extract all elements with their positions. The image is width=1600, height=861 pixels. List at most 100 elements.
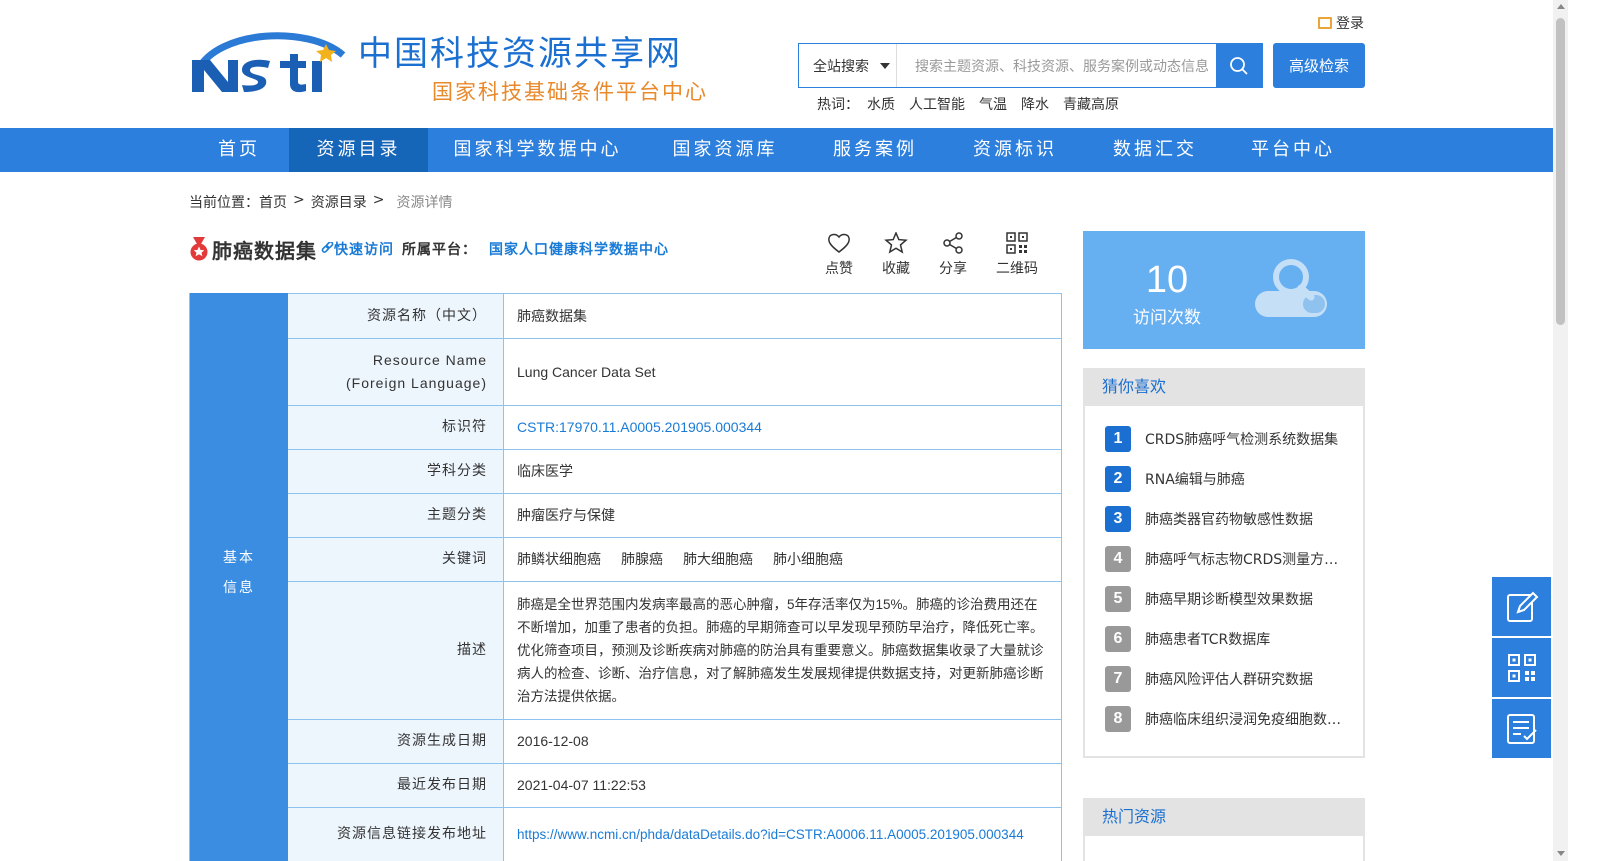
checklist-icon [1506,713,1537,744]
window-gutter [1568,0,1600,861]
resource-url-link[interactable]: https://www.ncmi.cn/phda/dataDetails.do?… [517,808,1045,861]
search-input[interactable] [897,44,1216,87]
breadcrumb-separator: > [372,192,385,208]
keyword-tag[interactable]: 肺鳞状细胞癌 [517,548,601,571]
nav-item-home[interactable]: 首页 [189,128,289,172]
info-value: 2016-12-08 [517,733,589,749]
info-value: 2021-04-07 11:22:53 [517,777,646,793]
favorite-label: 收藏 [882,261,910,277]
identifier-link[interactable]: CSTR:17970.11.A0005.201905.000344 [517,406,1045,449]
hot-word[interactable]: 青藏高原 [1063,94,1119,114]
hot-word[interactable]: 降水 [1021,94,1049,114]
nsti-logo-mark [192,32,346,93]
section-label-line2: 信息 [223,580,255,596]
heart-icon [828,233,850,253]
hot-words-label: 热词： [817,97,859,113]
share-label: 分享 [939,261,967,277]
info-key: 主题分类 [288,494,504,537]
quick-access-label: 快速访问 [334,242,394,258]
info-row-name-en: Resource Name (Foreign Language) Lung Ca… [288,338,1062,405]
recommend-item[interactable]: 3 肺癌类器官药物敏感性数据 [1105,506,1345,532]
login-label: 登录 [1336,16,1364,32]
scroll-up-arrow-icon[interactable] [1557,4,1565,9]
scrollbar-thumb[interactable] [1556,18,1565,325]
hot-word[interactable]: 气温 [979,94,1007,114]
survey-button[interactable] [1492,699,1551,758]
qrcode-label: 二维码 [996,261,1038,277]
hot-word[interactable]: 水质 [867,94,895,114]
hot-words: 热词： 水质 人工智能 气温 降水 青藏高原 [817,94,1119,114]
info-row-topic: 主题分类 肿瘤医疗与保健 [288,493,1062,537]
recommend-title: 肺癌早期诊断模型效果数据 [1145,592,1313,608]
nav-item-platform-center[interactable]: 平台中心 [1238,128,1348,172]
info-key: 标识符 [288,406,504,449]
search-button[interactable] [1216,44,1262,87]
recommend-item[interactable]: 6 肺癌患者TCR数据库 [1105,626,1345,652]
site-logo[interactable]: 中国科技资源共享网 国家科技基础条件平台中心 [188,20,728,110]
recommend-title: RNA编辑与肺癌 [1145,472,1245,488]
quick-access-link[interactable]: 快速访问 [321,239,394,259]
keyword-tag[interactable]: 肺大细胞癌 [683,548,753,571]
breadcrumb-label: 当前位置： [189,195,259,211]
caret-down-icon [880,63,890,69]
guess-you-like-title: 猜你喜欢 [1085,370,1363,406]
hot-word[interactable]: 人工智能 [909,94,965,114]
platform-label: 所属平台： [402,242,477,258]
info-key: 学科分类 [288,450,504,493]
visit-count: 10 [1145,259,1189,301]
page-scrollbar[interactable] [1553,0,1568,861]
header: 中国科技资源共享网 国家科技基础条件平台中心 登录 全站搜索 高级检索 热词： … [0,0,1568,128]
recommend-item[interactable]: 1 CRDS肺癌呼气检测系统数据集 [1105,426,1345,452]
breadcrumb-separator: > [293,192,305,208]
search-scope-select[interactable]: 全站搜索 [799,44,897,87]
recommend-title: 肺癌呼气标志物CRDS测量方法研究数据集 [1145,552,1341,568]
qrcode-float-button[interactable] [1492,638,1551,697]
advanced-search-button[interactable]: 高级检索 [1273,43,1365,88]
info-row-name-cn: 资源名称（中文） 肺癌数据集 [288,293,1062,338]
rank-badge: 8 [1105,706,1131,732]
recommend-title: 肺癌风险评估人群研究数据 [1145,672,1313,688]
keyword-tag[interactable]: 肺腺癌 [621,548,663,571]
hot-resources-panel: 热门资源 [1083,798,1365,861]
nav-item-science-data-center[interactable]: 国家科学数据中心 [440,128,635,172]
basic-info-table: 基本 信息 资源名称（中文） 肺癌数据集 Resource Name (Fore… [189,293,1062,861]
breadcrumb-home[interactable]: 首页 [259,192,287,212]
like-label: 点赞 [825,261,853,277]
rank-badge: 2 [1105,466,1131,492]
favorite-button[interactable]: 收藏 [866,232,926,278]
share-icon [943,232,963,254]
nav-item-service-cases[interactable]: 服务案例 [820,128,930,172]
recommend-item[interactable]: 7 肺癌风险评估人群研究数据 [1105,666,1345,692]
share-button[interactable]: 分享 [923,232,983,278]
info-value: Lung Cancer Data Set [517,363,656,380]
rank-badge: 4 [1105,546,1131,572]
breadcrumb-catalog[interactable]: 资源目录 [311,192,367,212]
login-link[interactable]: 登录 [1318,13,1364,33]
rank-badge: 6 [1105,626,1131,652]
info-row-link: 资源信息链接发布地址 https://www.ncmi.cn/phda/data… [288,807,1062,861]
info-value: 肿瘤医疗与保健 [517,507,615,523]
info-value: 临床医学 [517,463,573,479]
recommend-item[interactable]: 2 RNA编辑与肺癌 [1105,466,1345,492]
nav-item-resource-library[interactable]: 国家资源库 [660,128,790,172]
main-nav: 首页 资源目录 国家科学数据中心 国家资源库 服务案例 资源标识 数据汇交 平台… [0,128,1553,172]
medal-icon [190,237,208,261]
recommend-item[interactable]: 4 肺癌呼气标志物CRDS测量方法研究数据集 [1105,546,1345,572]
platform-link[interactable]: 国家人口健康科学数据中心 [489,239,669,259]
nav-item-data-collection[interactable]: 数据汇交 [1100,128,1210,172]
guess-you-like-panel: 猜你喜欢 1 CRDS肺癌呼气检测系统数据集 2 RNA编辑与肺癌 3 肺癌类器… [1083,368,1365,758]
scroll-down-arrow-icon[interactable] [1557,851,1565,856]
resource-title-row: 肺癌数据集 快速访问 所属平台： 国家人口健康科学数据中心 [189,234,669,264]
keyword-tag[interactable]: 肺小细胞癌 [773,548,843,571]
like-button[interactable]: 点赞 [809,232,869,278]
recommend-item[interactable]: 8 肺癌临床组织浸润免疫细胞数据集 [1105,706,1345,732]
recommend-item[interactable]: 5 肺癌早期诊断模型效果数据 [1105,586,1345,612]
nav-item-resource-id[interactable]: 资源标识 [960,128,1070,172]
info-key: Resource Name (Foreign Language) [288,339,504,405]
info-key: 资源生成日期 [288,720,504,763]
nav-item-resource-catalog[interactable]: 资源目录 [289,128,428,172]
qrcode-button[interactable]: 二维码 [987,232,1047,278]
keyword-list: 肺鳞状细胞癌 肺腺癌 肺大细胞癌 肺小细胞癌 [517,538,1045,581]
hot-resources-title: 热门资源 [1085,800,1363,836]
feedback-button[interactable] [1492,577,1551,636]
